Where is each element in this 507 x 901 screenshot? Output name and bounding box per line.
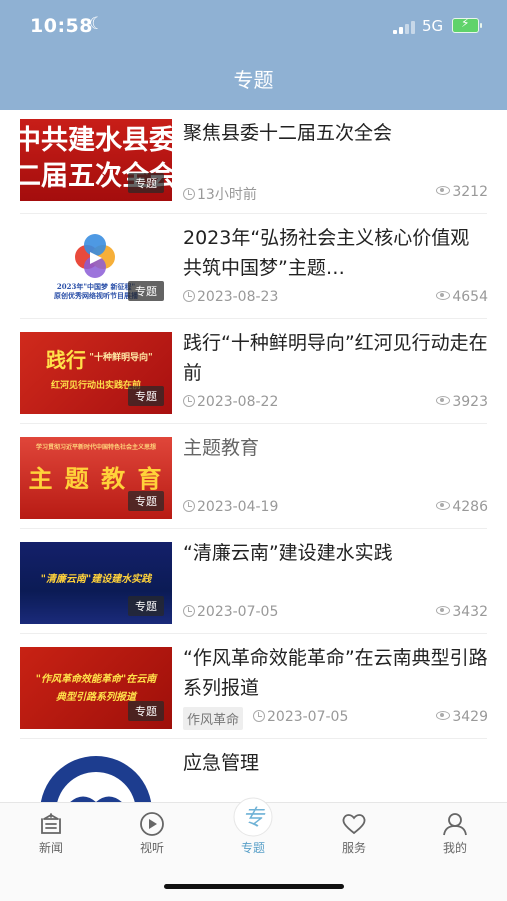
item-date: 2023-07-05 — [197, 604, 279, 620]
status-time: 10:58 — [30, 15, 93, 37]
emergency-management-emblem — [40, 756, 152, 802]
item-meta: 2023-07-05 3432 — [183, 602, 488, 624]
clock-icon — [183, 188, 195, 200]
eye-icon — [436, 711, 451, 720]
item-title: 践行“十种鲜明导向”红河见行动走在前 — [183, 332, 488, 384]
list-item[interactable]: 践行 "十种鲜明导向" 红河见行动出实践在前 专题 践行“十种鲜明导向”红河见行… — [0, 320, 507, 424]
item-title: “清廉云南”建设建水实践 — [183, 542, 393, 564]
eye-icon — [436, 606, 451, 615]
item-views: 4654 — [452, 289, 488, 305]
eye-icon — [436, 501, 451, 510]
moon-icon: ☾ — [89, 14, 105, 34]
item-meta: 作风革命 2023-07-05 3429 — [183, 707, 488, 730]
item-thumbnail — [20, 752, 172, 802]
tab-video[interactable]: 视听 — [117, 811, 187, 861]
item-date: 2023-08-22 — [197, 394, 279, 410]
list-item[interactable]: 中共建水县委 二届五次全会 专题 聚焦县委十二届五次全会 13小时前 3212 — [0, 110, 507, 214]
item-date: 2023-07-05 — [267, 709, 349, 725]
home-indicator — [164, 884, 344, 889]
tab-label: 服务 — [341, 841, 366, 855]
item-title: 应急管理 — [183, 752, 260, 774]
status-bar: 10:58 ☾ 5G ⚡ — [0, 0, 507, 54]
topic-badge: 专题 — [128, 491, 164, 511]
topic-badge: 专题 — [128, 596, 164, 616]
svg-text:专: 专 — [242, 806, 266, 831]
item-title: 聚焦县委十二届五次全会 — [183, 122, 393, 144]
item-thumbnail: 践行 "十种鲜明导向" 红河见行动出实践在前 专题 — [20, 332, 172, 414]
item-thumbnail: 2023年"中国梦 新征程" 原创优秀网络视听节目展播 专题 — [20, 227, 172, 309]
item-thumbnail: "作风革命效能革命"在云南 典型引路系列报道 专题 — [20, 647, 172, 729]
topic-badge: 专题 — [128, 386, 164, 406]
tab-label: 视听 — [139, 841, 164, 855]
eye-icon — [436, 396, 451, 405]
divider — [20, 528, 487, 529]
clock-icon — [183, 605, 195, 617]
list-item[interactable]: "作风革命效能革命"在云南 典型引路系列报道 专题 “作风革命效能革命”在云南典… — [0, 635, 507, 739]
item-views: 4286 — [452, 499, 488, 515]
item-title: 主题教育 — [183, 437, 260, 459]
eye-icon — [436, 186, 451, 195]
clock-icon — [183, 395, 195, 407]
tab-mine[interactable]: 我的 — [420, 811, 490, 861]
divider — [20, 738, 487, 739]
divider — [20, 633, 487, 634]
list-item[interactable]: 应急管理 — [0, 740, 507, 802]
item-views: 3429 — [452, 709, 488, 725]
tab-news[interactable]: 新闻 — [16, 811, 86, 861]
list-item[interactable]: 学习贯彻习近平新时代中国特色社会主义思想 主 题 教 育 专题 主题教育 202… — [0, 425, 507, 529]
item-meta: 2023-08-23 4654 — [183, 287, 488, 309]
heart-icon — [342, 814, 366, 835]
item-views: 3432 — [452, 604, 488, 620]
play-icon — [140, 812, 164, 836]
clock-icon — [183, 500, 195, 512]
item-meta: 2023-08-22 3923 — [183, 392, 488, 414]
battery-icon: ⚡ — [452, 16, 482, 33]
topic-list[interactable]: 中共建水县委 二届五次全会 专题 聚焦县委十二届五次全会 13小时前 3212 … — [0, 110, 507, 802]
item-tag[interactable]: 作风革命 — [183, 707, 244, 730]
item-title: 2023年“弘扬社会主义核心价值观 共筑中国梦”主题… — [183, 227, 470, 279]
list-item[interactable]: "清廉云南"建设建水实践 专题 “清廉云南”建设建水实践 2023-07-05 … — [0, 530, 507, 634]
item-thumbnail: 中共建水县委 二届五次全会 专题 — [20, 119, 172, 201]
topic-badge: 专题 — [128, 281, 164, 301]
item-meta: 13小时前 3212 — [183, 182, 488, 204]
divider — [20, 318, 487, 319]
clock-icon — [253, 710, 265, 722]
eye-icon — [436, 291, 451, 300]
clock-icon — [183, 290, 195, 302]
list-item[interactable]: 2023年"中国梦 新征程" 原创优秀网络视听节目展播 专题 2023年“弘扬社… — [0, 215, 507, 319]
user-icon — [443, 813, 467, 836]
item-thumbnail: 学习贯彻习近平新时代中国特色社会主义思想 主 题 教 育 专题 — [20, 437, 172, 519]
item-date: 13小时前 — [197, 187, 257, 203]
signal-icon — [393, 20, 417, 34]
tab-topic[interactable]: 专 专题 — [218, 797, 288, 855]
topic-icon: 专 — [233, 797, 273, 837]
divider — [20, 213, 487, 214]
item-date: 2023-08-23 — [197, 289, 279, 305]
topic-badge: 专题 — [128, 701, 164, 721]
divider — [20, 423, 487, 424]
item-views: 3212 — [452, 184, 488, 200]
tab-label: 新闻 — [38, 841, 63, 855]
item-meta: 2023-04-19 4286 — [183, 497, 488, 519]
tab-label: 专题 — [240, 841, 265, 855]
news-icon — [41, 813, 61, 834]
header-bar: 10:58 ☾ 5G ⚡ 专题 — [0, 0, 507, 110]
item-date: 2023-04-19 — [197, 499, 279, 515]
item-views: 3923 — [452, 394, 488, 410]
tab-label: 我的 — [442, 841, 467, 855]
tab-service[interactable]: 服务 — [319, 811, 389, 861]
topic-badge: 专题 — [128, 173, 164, 193]
network-type: 5G — [422, 17, 444, 35]
page-title: 专题 — [233, 68, 274, 92]
item-title: “作风革命效能革命”在云南典型引路系列报道 — [183, 647, 488, 699]
item-thumbnail: "清廉云南"建设建水实践 专题 — [20, 542, 172, 624]
